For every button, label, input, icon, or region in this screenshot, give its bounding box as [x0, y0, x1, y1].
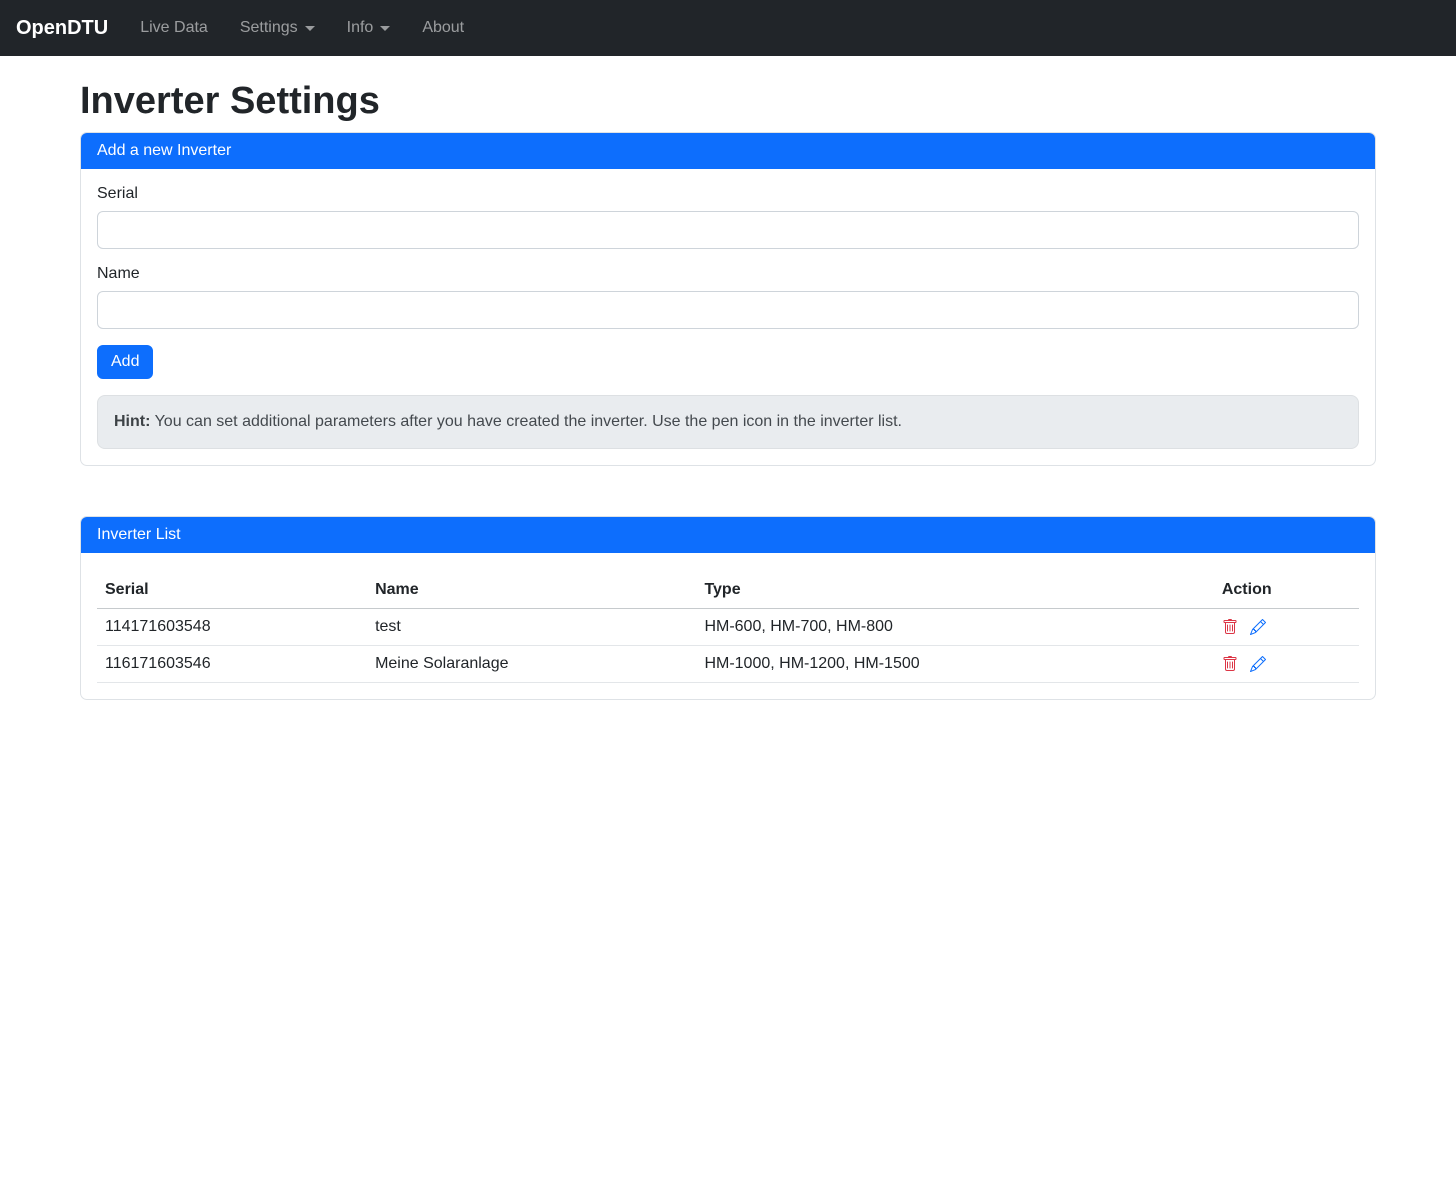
hint-text: You can set additional parameters after …	[150, 413, 902, 430]
nav-item-about[interactable]: About	[406, 11, 480, 45]
add-button[interactable]: Add	[97, 345, 153, 379]
cell-name: Meine Solaranlage	[367, 646, 696, 683]
inverter-list-card-header: Inverter List	[81, 517, 1375, 553]
cell-type: HM-600, HM-700, HM-800	[696, 609, 1213, 646]
name-label: Name	[97, 265, 1359, 283]
inverter-list-card-body: Serial Name Type Action 114171603548 tes…	[81, 553, 1375, 699]
table-row: 116171603546 Meine Solaranlage HM-1000, …	[97, 646, 1359, 683]
cell-action	[1214, 609, 1359, 646]
inverter-table: Serial Name Type Action 114171603548 tes…	[97, 569, 1359, 683]
nav-item-label: Live Data	[140, 19, 208, 37]
caret-down-icon	[305, 26, 315, 31]
pencil-icon	[1250, 619, 1266, 635]
cell-type: HM-1000, HM-1200, HM-1500	[696, 646, 1213, 683]
cell-serial: 116171603546	[97, 646, 367, 683]
nav-item-live-data[interactable]: Live Data	[124, 11, 224, 45]
trash-icon	[1222, 656, 1238, 672]
hint-alert: Hint: You can set additional parameters …	[97, 395, 1359, 449]
table-row: 114171603548 test HM-600, HM-700, HM-800	[97, 609, 1359, 646]
column-header-serial: Serial	[97, 569, 367, 609]
inverter-list-card: Inverter List Serial Name Type Action 11…	[80, 516, 1376, 700]
cell-serial: 114171603548	[97, 609, 367, 646]
name-input[interactable]	[97, 291, 1359, 329]
edit-inverter-button[interactable]	[1250, 619, 1266, 635]
column-header-action: Action	[1214, 569, 1359, 609]
serial-label: Serial	[97, 185, 1359, 203]
cell-name: test	[367, 609, 696, 646]
brand-logo[interactable]: OpenDTU	[16, 17, 108, 40]
table-header-row: Serial Name Type Action	[97, 569, 1359, 609]
delete-inverter-button[interactable]	[1222, 656, 1238, 672]
add-inverter-card-body: Serial Name Add Hint: You can set additi…	[81, 169, 1375, 465]
delete-inverter-button[interactable]	[1222, 619, 1238, 635]
serial-input[interactable]	[97, 211, 1359, 249]
main-container: Inverter Settings Add a new Inverter Ser…	[68, 80, 1388, 700]
nav-item-label: About	[422, 19, 464, 37]
trash-icon	[1222, 619, 1238, 635]
nav-item-label: Info	[347, 19, 374, 37]
caret-down-icon	[380, 26, 390, 31]
column-header-name: Name	[367, 569, 696, 609]
add-inverter-card: Add a new Inverter Serial Name Add Hint:…	[80, 132, 1376, 466]
nav-item-settings[interactable]: Settings	[224, 11, 331, 45]
edit-inverter-button[interactable]	[1250, 656, 1266, 672]
top-navbar: OpenDTU Live Data Settings Info About	[0, 0, 1456, 56]
pencil-icon	[1250, 656, 1266, 672]
hint-label: Hint:	[114, 413, 150, 430]
nav-item-info[interactable]: Info	[331, 11, 407, 45]
add-inverter-card-header: Add a new Inverter	[81, 133, 1375, 169]
nav-item-label: Settings	[240, 19, 298, 37]
column-header-type: Type	[696, 569, 1213, 609]
page-title: Inverter Settings	[80, 80, 1376, 123]
cell-action	[1214, 646, 1359, 683]
